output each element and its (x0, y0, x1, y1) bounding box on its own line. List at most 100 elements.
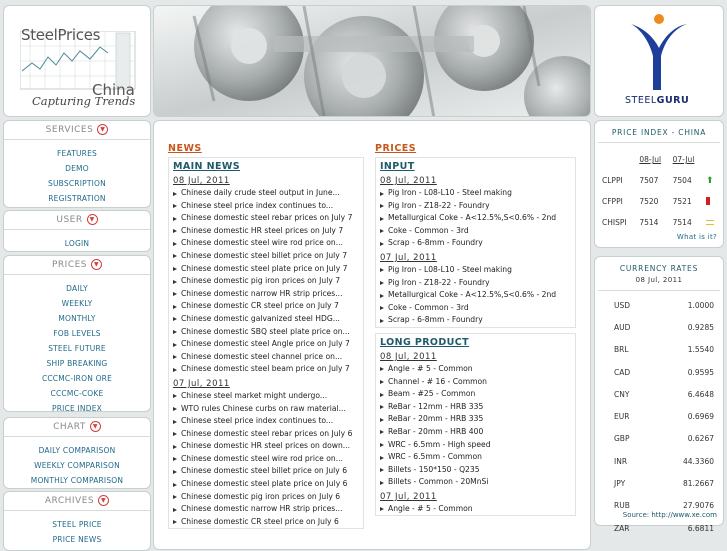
price-item-link[interactable]: Pig Iron - L08-L10 - Steel making (376, 187, 575, 200)
input-title[interactable]: INPUT (376, 158, 575, 173)
news-item-link[interactable]: Chinese domestic HR steel prices on July… (169, 225, 363, 238)
news-item-link[interactable]: Chinese daily crude steel output in June… (169, 187, 363, 200)
user-item[interactable]: LOGIN (4, 236, 150, 251)
demo-link[interactable]: DEMO (65, 164, 89, 173)
news-item-link[interactable]: Chinese domestic steel billet price on J… (169, 465, 363, 478)
what-is-it-text[interactable]: What is it? (677, 233, 717, 241)
news-item-link[interactable]: Chinese domestic pig iron prices on July… (169, 491, 363, 504)
monthly-comparison-link[interactable]: MONTHLY COMPARISON (31, 476, 123, 485)
news-item-link[interactable]: Chinese domestic steel plate price on Ju… (169, 478, 363, 491)
monthly-link[interactable]: MONTHLY (58, 314, 95, 323)
news-item-link[interactable]: Chinese domestic HR steel prices on down… (169, 440, 363, 453)
price-item-link[interactable]: Angle - # 5 - Common (376, 363, 575, 376)
main-news-title[interactable]: MAIN NEWS (169, 158, 363, 173)
news-item-link[interactable]: Chinese domestic CR steel price on July … (169, 300, 363, 313)
news-item-link[interactable]: Chinese domestic steel billet price on J… (169, 250, 363, 263)
price-item-link[interactable]: ReBar - 20mm - HRB 400 (376, 426, 575, 439)
services-header[interactable]: SERVICES ▼ (4, 121, 150, 140)
news-item-link[interactable]: Chinese domestic SBQ steel plate price o… (169, 326, 363, 339)
price-item-link[interactable]: Coke - Common - 3rd (376, 302, 575, 315)
archives-item[interactable]: STEEL PRICE (4, 517, 150, 532)
price-item-link[interactable]: Pig Iron - L08-L10 - Steel making (376, 264, 575, 277)
news-item-link[interactable]: Chinese domestic steel beam price on Jul… (169, 363, 363, 376)
services-item[interactable]: SUBSCRIPTION (4, 176, 150, 191)
prices-item[interactable]: CCCMC-IRON ORE (4, 371, 150, 386)
news-item-link[interactable]: Chinese domestic steel wire rod price on… (169, 453, 363, 466)
features-link[interactable]: FEATURES (57, 149, 97, 158)
chart-header[interactable]: CHART ▼ (4, 418, 150, 437)
price-news-archive-link[interactable]: PRICE NEWS (53, 535, 102, 544)
price-item-link[interactable]: ReBar - 20mm - HRB 335 (376, 413, 575, 426)
news-item-link[interactable]: WTO rules Chinese curbs on raw material.… (169, 403, 363, 416)
steel-price-archive-link[interactable]: STEEL PRICE (52, 520, 102, 529)
chart-item[interactable]: MONTHLY COMPARISON (4, 473, 150, 488)
login-link[interactable]: LOGIN (65, 239, 89, 248)
price-item-link[interactable]: Billets - Common - 20MnSi (376, 476, 575, 489)
prices-item[interactable]: CCCMC-COKE (4, 386, 150, 401)
news-item-link[interactable]: Chinese domestic steel channel price on.… (169, 351, 363, 364)
news-item-link[interactable]: Chinese domestic steel rebar prices on J… (169, 428, 363, 441)
cccmc-coke-link[interactable]: CCCMC-COKE (51, 389, 104, 398)
cccmc-iron-ore-link[interactable]: CCCMC-IRON ORE (42, 374, 112, 383)
registration-link[interactable]: REGISTRATION (48, 194, 105, 203)
news-item-link[interactable]: Chinese domestic steel wire rod price on… (169, 237, 363, 250)
price-index-link[interactable]: PRICE INDEX (52, 404, 102, 413)
news-item-link[interactable]: Chinese steel price index continues to..… (169, 200, 363, 213)
news-item-link[interactable]: Chinese domestic narrow HR strip prices.… (169, 288, 363, 301)
prices-item[interactable]: WEEKLY (4, 296, 150, 311)
chevron-down-icon[interactable]: ▼ (97, 124, 109, 135)
weekly-link[interactable]: WEEKLY (62, 299, 93, 308)
what-is-it-link[interactable]: What is it? (677, 233, 717, 241)
prices-item[interactable]: DAILY (4, 281, 150, 296)
user-header[interactable]: USER ▼ (4, 211, 150, 230)
news-item-link[interactable]: Chinese domestic CR steel price on July … (169, 516, 363, 529)
news-item-link[interactable]: Chinese steel market might undergo... (169, 390, 363, 403)
chevron-down-icon[interactable]: ▼ (98, 495, 110, 506)
weekly-comparison-link[interactable]: WEEKLY COMPARISON (34, 461, 120, 470)
daily-comparison-link[interactable]: DAILY COMPARISON (39, 446, 116, 455)
chart-item[interactable]: WEEKLY COMPARISON (4, 458, 150, 473)
services-item[interactable]: DEMO (4, 161, 150, 176)
fob-levels-link[interactable]: FOB LEVELS (53, 329, 100, 338)
price-item-link[interactable]: Channel - # 16 - Common (376, 376, 575, 389)
steelguru-logo[interactable]: STEELGURU (594, 5, 724, 117)
prices-item[interactable]: SHIP BREAKING (4, 356, 150, 371)
prices-item[interactable]: STEEL FUTURE (4, 341, 150, 356)
news-item-link[interactable]: Chinese domestic steel Angle price on Ju… (169, 338, 363, 351)
news-item-link[interactable]: Chinese domestic narrow HR strip prices.… (169, 503, 363, 516)
price-item-link[interactable]: Metallurgical Coke - A<12.5%,S<0.6% - 2n… (376, 212, 575, 225)
price-item-link[interactable]: Billets - 150*150 - Q235 (376, 464, 575, 477)
prices-item[interactable]: MONTHLY (4, 311, 150, 326)
price-item-link[interactable]: Pig Iron - Z18-22 - Foundry (376, 200, 575, 213)
news-heading[interactable]: NEWS (168, 143, 364, 154)
prices-item[interactable]: FOB LEVELS (4, 326, 150, 341)
price-item-link[interactable]: ReBar - 12mm - HRB 335 (376, 401, 575, 414)
price-item-link[interactable]: WRC - 6.5mm - High speed (376, 439, 575, 452)
price-item-link[interactable]: Beam - #25 - Common (376, 388, 575, 401)
price-item-link[interactable]: Metallurgical Coke - A<12.5%,S<0.6% - 2n… (376, 289, 575, 302)
prices-heading[interactable]: PRICES (375, 143, 576, 154)
prices-item[interactable]: PRICE INDEX (4, 401, 150, 416)
ship-breaking-link[interactable]: SHIP BREAKING (47, 359, 108, 368)
archives-header[interactable]: ARCHIVES ▼ (4, 492, 150, 511)
daily-link[interactable]: DAILY (66, 284, 88, 293)
news-item-link[interactable]: Chinese steel price index continues to..… (169, 415, 363, 428)
chevron-down-icon[interactable]: ▼ (86, 214, 98, 225)
price-item-link[interactable]: Scrap - 6-8mm - Foundry (376, 237, 575, 250)
subscription-link[interactable]: SUBSCRIPTION (48, 179, 106, 188)
news-item-link[interactable]: Chinese domestic steel plate price on Ju… (169, 263, 363, 276)
site-logo[interactable]: SteelPrices China Capturing Trends (3, 5, 151, 117)
price-item-link[interactable]: Scrap - 6-8mm - Foundry (376, 314, 575, 327)
services-item[interactable]: REGISTRATION (4, 191, 150, 206)
services-item[interactable]: FEATURES (4, 146, 150, 161)
prices-header[interactable]: PRICES ▼ (4, 256, 150, 275)
news-item-link[interactable]: Chinese domestic steel rebar prices on J… (169, 212, 363, 225)
price-item-link[interactable]: Pig Iron - Z18-22 - Foundry (376, 277, 575, 290)
long-product-title[interactable]: LONG PRODUCT (376, 334, 575, 349)
chevron-down-icon[interactable]: ▼ (91, 259, 103, 270)
news-item-link[interactable]: Chinese domestic galvanized steel HDG... (169, 313, 363, 326)
chevron-down-icon[interactable]: ▼ (89, 421, 101, 432)
news-item-link[interactable]: Chinese domestic pig iron prices on July… (169, 275, 363, 288)
price-item-link[interactable]: WRC - 6.5mm - Common (376, 451, 575, 464)
steel-future-link[interactable]: STEEL FUTURE (48, 344, 106, 353)
